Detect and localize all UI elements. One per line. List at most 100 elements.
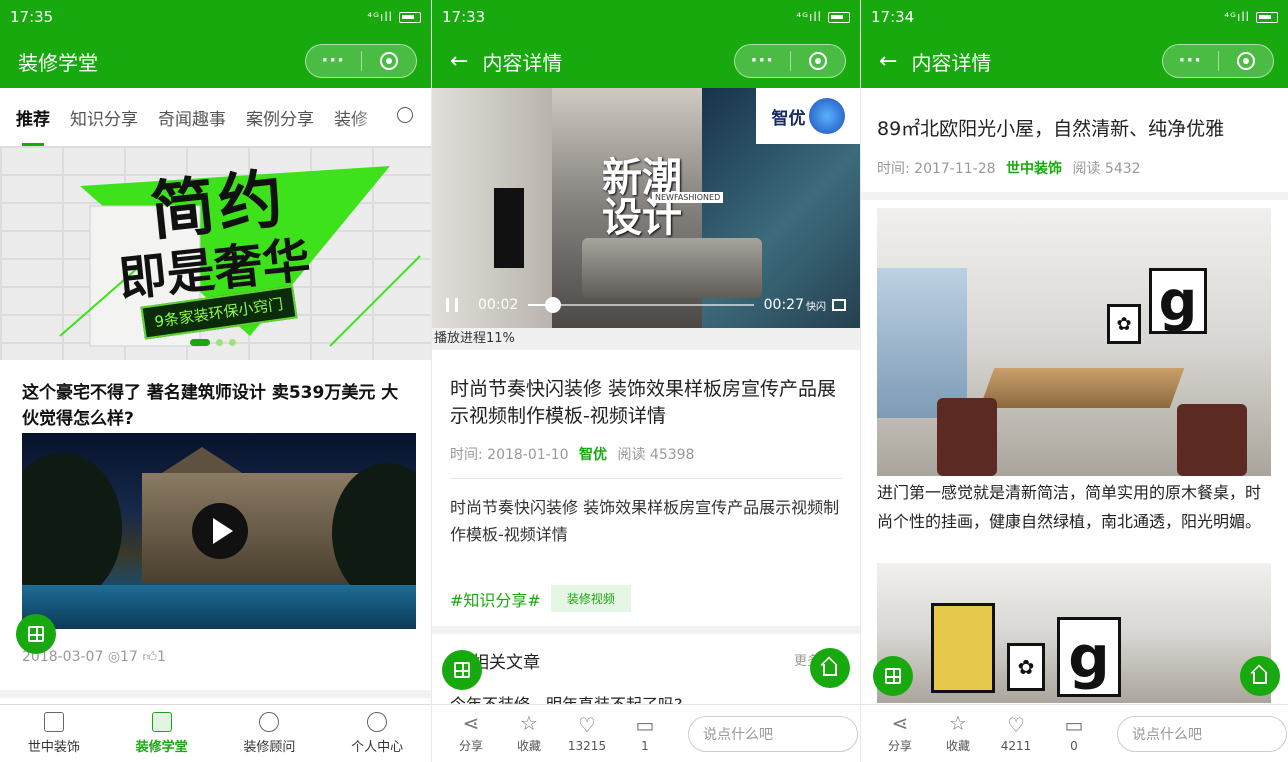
photo-frame-art bbox=[931, 603, 995, 693]
qr-code-button[interactable] bbox=[873, 656, 913, 696]
tab-recommend[interactable]: 推荐 bbox=[16, 105, 50, 146]
close-miniprogram-button[interactable] bbox=[362, 52, 417, 70]
back-arrow-icon[interactable]: ← bbox=[879, 49, 897, 74]
comment-icon: ▭ bbox=[1064, 712, 1084, 737]
tag-row: #知识分享# 装修视频 bbox=[450, 585, 631, 612]
read-label: 阅读 bbox=[617, 447, 646, 463]
share-button[interactable]: ⋖ 分享 bbox=[871, 713, 929, 754]
share-icon: ⋖ bbox=[462, 711, 480, 735]
photo-frame-leaf: ✿ bbox=[1107, 304, 1141, 344]
article-meta: 时间: 2017-11-28 世中装饰 阅读 5432 bbox=[877, 158, 1141, 178]
home-button[interactable] bbox=[1240, 656, 1280, 696]
page-title: 内容详情 bbox=[482, 50, 563, 75]
read-count: 45398 bbox=[649, 447, 695, 463]
action-bar: ⋖ 分享 ☆ 收藏 ♡ 4211 ▭ 0 说点什么吧 bbox=[861, 704, 1288, 762]
article-body: 时尚节奏快闪装修 装饰效果样板房宣传产品展示视频制作模板-视频详情 bbox=[450, 498, 840, 544]
eye-icon: ◎ bbox=[107, 649, 121, 665]
comment-button[interactable]: ▭ 0 bbox=[1045, 715, 1103, 753]
overlay-subtext: NEWFASHIONED bbox=[652, 192, 724, 203]
share-button[interactable]: ⋖ 分享 bbox=[442, 713, 500, 754]
pool-shape bbox=[22, 585, 416, 629]
building-icon bbox=[43, 712, 64, 732]
close-miniprogram-button[interactable] bbox=[1219, 52, 1274, 70]
miniprogram-capsule: ··· bbox=[734, 44, 846, 78]
status-bar: 17:33 ⁴ᴳıll bbox=[432, 0, 860, 34]
tabbar-item-advisor[interactable]: 装修顾问 bbox=[216, 705, 324, 762]
signal-icon: ⁴ᴳıll bbox=[367, 10, 393, 24]
nav-bar: ← 内容详情 ··· bbox=[861, 34, 1288, 88]
article-headline[interactable]: 这个豪宅不得了 著名建筑师设计 卖539万美元 大伙觉得怎么样? bbox=[22, 380, 412, 432]
progress-label: 播放进程11% bbox=[432, 328, 860, 350]
promo-banner[interactable]: 简约 即是奢华 9条家装环保小窍门 bbox=[0, 146, 431, 360]
source-link[interactable]: 世中装饰 bbox=[1006, 161, 1062, 177]
comment-button[interactable]: ▭ 1 bbox=[616, 715, 674, 753]
seek-handle[interactable] bbox=[545, 297, 562, 313]
play-icon[interactable] bbox=[192, 503, 248, 559]
source-link[interactable]: 智优 bbox=[579, 447, 607, 463]
seek-bar[interactable] bbox=[528, 297, 754, 313]
comment-input[interactable]: 说点什么吧 bbox=[1117, 715, 1287, 752]
comment-icon: ▭ bbox=[635, 712, 655, 737]
thumb-up-icon: ♡ bbox=[1007, 712, 1025, 737]
brand-logo: 智优 bbox=[756, 88, 860, 144]
photo-frame: g bbox=[1057, 617, 1121, 697]
video-thumbnail[interactable] bbox=[22, 433, 416, 629]
thumb-up-icon: 👍︎ bbox=[142, 649, 157, 665]
search-icon[interactable] bbox=[397, 107, 413, 123]
favorite-button[interactable]: ☆ 收藏 bbox=[929, 713, 987, 754]
tabbar-label: 装修顾问 bbox=[243, 740, 296, 755]
overlay-line2: 设计 bbox=[602, 195, 682, 241]
close-miniprogram-button[interactable] bbox=[791, 52, 846, 70]
article-meta: 时间: 2018-01-10 智优 阅读 45398 bbox=[450, 444, 694, 464]
section-divider bbox=[0, 690, 431, 698]
category-tabs: 推荐 知识分享 奇闻趣事 案例分享 装修 bbox=[0, 88, 431, 146]
tab-stories[interactable]: 奇闻趣事 bbox=[158, 105, 226, 130]
photo-table bbox=[979, 368, 1185, 408]
room-photo-2[interactable]: g ✿ bbox=[877, 563, 1271, 703]
status-time: 17:35 bbox=[10, 8, 54, 26]
page-title: 内容详情 bbox=[911, 50, 992, 75]
home-icon bbox=[823, 664, 837, 676]
back-arrow-icon[interactable]: ← bbox=[450, 49, 468, 74]
more-menu-button[interactable]: ··· bbox=[735, 51, 791, 71]
tabbar-item-company[interactable]: 世中装饰 bbox=[0, 705, 108, 762]
video-detail-screen: 17:33 ⁴ᴳıll ← 内容详情 ··· 新潮 设计 NEWFASHIONED… bbox=[432, 0, 860, 762]
comment-input[interactable]: 说点什么吧 bbox=[688, 715, 858, 752]
tab-cases[interactable]: 案例分享 bbox=[246, 105, 314, 130]
home-button[interactable] bbox=[810, 648, 850, 688]
target-icon bbox=[379, 52, 398, 70]
status-time: 17:33 bbox=[442, 8, 486, 26]
dining-room-photo[interactable]: g ✿ bbox=[877, 208, 1271, 476]
tabbar-label: 世中装饰 bbox=[27, 740, 80, 755]
like-button[interactable]: ♡ 13215 bbox=[558, 715, 616, 753]
photo-chair bbox=[1177, 404, 1247, 476]
video-player[interactable]: 新潮 设计 NEWFASHIONED 智优 00:02 00:27 快闪 bbox=[432, 88, 860, 328]
miniprogram-capsule: ··· bbox=[1162, 44, 1274, 78]
tabs-fade bbox=[351, 88, 391, 146]
like-button[interactable]: ♡ 4211 bbox=[987, 715, 1045, 753]
tab-knowledge[interactable]: 知识分享 bbox=[70, 105, 138, 130]
tabbar-item-profile[interactable]: 个人中心 bbox=[323, 705, 431, 762]
pause-icon[interactable] bbox=[446, 298, 458, 312]
bottom-tab-bar: 世中装饰 装修学堂 装修顾问 个人中心 bbox=[0, 704, 431, 762]
category-chip[interactable]: 装修视频 bbox=[550, 585, 631, 612]
photo-window bbox=[877, 268, 967, 418]
photo-frame-leaf: ✿ bbox=[1007, 643, 1045, 691]
banner-text-b: 奢华 bbox=[211, 232, 313, 298]
qr-code-button[interactable] bbox=[442, 650, 482, 690]
current-time: 00:02 bbox=[478, 297, 519, 313]
section-divider bbox=[432, 626, 860, 634]
more-menu-button[interactable]: ··· bbox=[1163, 51, 1219, 71]
fullscreen-icon[interactable] bbox=[832, 299, 846, 311]
status-time: 17:34 bbox=[871, 8, 915, 26]
tabbar-item-school[interactable]: 装修学堂 bbox=[108, 705, 216, 762]
qr-code-button[interactable] bbox=[16, 614, 56, 654]
nav-bar: 装修学堂 ··· bbox=[0, 34, 431, 88]
nav-bar: ← 内容详情 ··· bbox=[432, 34, 860, 88]
brand-logo-text: 智优 bbox=[771, 108, 806, 129]
more-menu-button[interactable]: ··· bbox=[306, 51, 362, 71]
battery-icon bbox=[1256, 11, 1278, 23]
topic-tag[interactable]: #知识分享# bbox=[450, 587, 541, 611]
home-screen: 17:35 ⁴ᴳıll 装修学堂 ··· 推荐 知识分享 奇闻趣事 案例分享 装… bbox=[0, 0, 431, 762]
favorite-button[interactable]: ☆ 收藏 bbox=[500, 713, 558, 754]
